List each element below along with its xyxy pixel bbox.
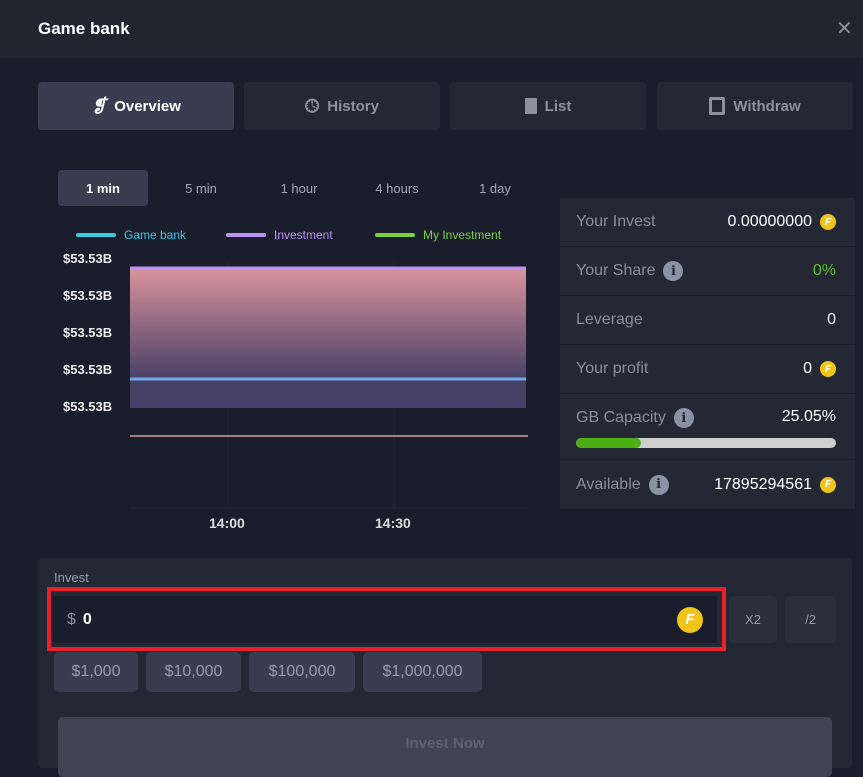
info-icon[interactable]: i <box>663 261 684 281</box>
y-tick-label: $53.53B <box>63 251 113 266</box>
y-tick-label: $53.53B <box>63 362 113 377</box>
currency-symbol: $ <box>67 610 76 628</box>
info-icon[interactable]: i <box>673 408 694 428</box>
invest-now-button[interactable]: Invest Now <box>58 717 832 777</box>
game-bank-area <box>130 379 526 408</box>
invest-amount-input[interactable]: $ 0 F <box>53 596 717 643</box>
stat-your-invest: Your Invest 0.00000000 F <box>560 198 855 247</box>
preset-button[interactable]: $1,000,000 <box>363 652 482 692</box>
y-tick-label: $53.53B <box>63 288 113 303</box>
stat-your-share: Your Share i 0% <box>560 247 855 296</box>
stat-leverage: Leverage 0 <box>560 296 855 345</box>
stat-label: Your Share <box>576 262 656 279</box>
capacity-progress-fill <box>576 438 642 448</box>
info-icon[interactable]: i <box>648 474 669 495</box>
half-button[interactable]: /2 <box>785 596 836 643</box>
y-tick-label: $53.53B <box>63 399 113 414</box>
double-button[interactable]: X2 <box>729 596 777 643</box>
stat-value: 0% <box>812 262 836 279</box>
coin-icon: F <box>820 476 836 493</box>
coin-icon: F <box>677 606 703 633</box>
stat-your-profit: Your profit 0 F <box>560 345 855 394</box>
stat-gb-capacity: GB Capacity i 25.05% <box>560 394 855 460</box>
investment-area <box>130 268 526 379</box>
preset-button[interactable]: $100,000 <box>249 652 355 692</box>
coin-icon: F <box>820 214 836 230</box>
stat-label: Your profit <box>576 360 649 377</box>
stat-label: Your Invest <box>576 213 656 230</box>
stats-panel: Your Invest 0.00000000 F Your Share i 0% Lev… <box>560 198 855 509</box>
stat-value: 17895294561 <box>714 475 812 493</box>
x-tick-label: 14:00 <box>209 515 245 531</box>
stat-value: 25.05% <box>781 408 836 425</box>
invest-amount-value: 0 <box>82 610 92 628</box>
stat-value: 0.00000000 <box>727 213 812 230</box>
stat-label: Available <box>576 475 641 493</box>
preset-button[interactable]: $1,000 <box>54 652 138 692</box>
capacity-progress-bar <box>576 438 836 448</box>
stat-label: GB Capacity <box>576 409 666 426</box>
stat-available: Available i 17895294561 F <box>560 460 855 509</box>
x-tick-label: 14:30 <box>375 515 411 531</box>
invest-label: Invest <box>54 570 89 585</box>
stat-value: 0 <box>803 360 812 377</box>
stat-label: Leverage <box>576 311 643 328</box>
coin-icon: F <box>820 361 836 377</box>
y-tick-label: $53.53B <box>63 325 113 340</box>
stat-value: 0 <box>827 311 836 328</box>
preset-button[interactable]: $10,000 <box>146 652 241 692</box>
